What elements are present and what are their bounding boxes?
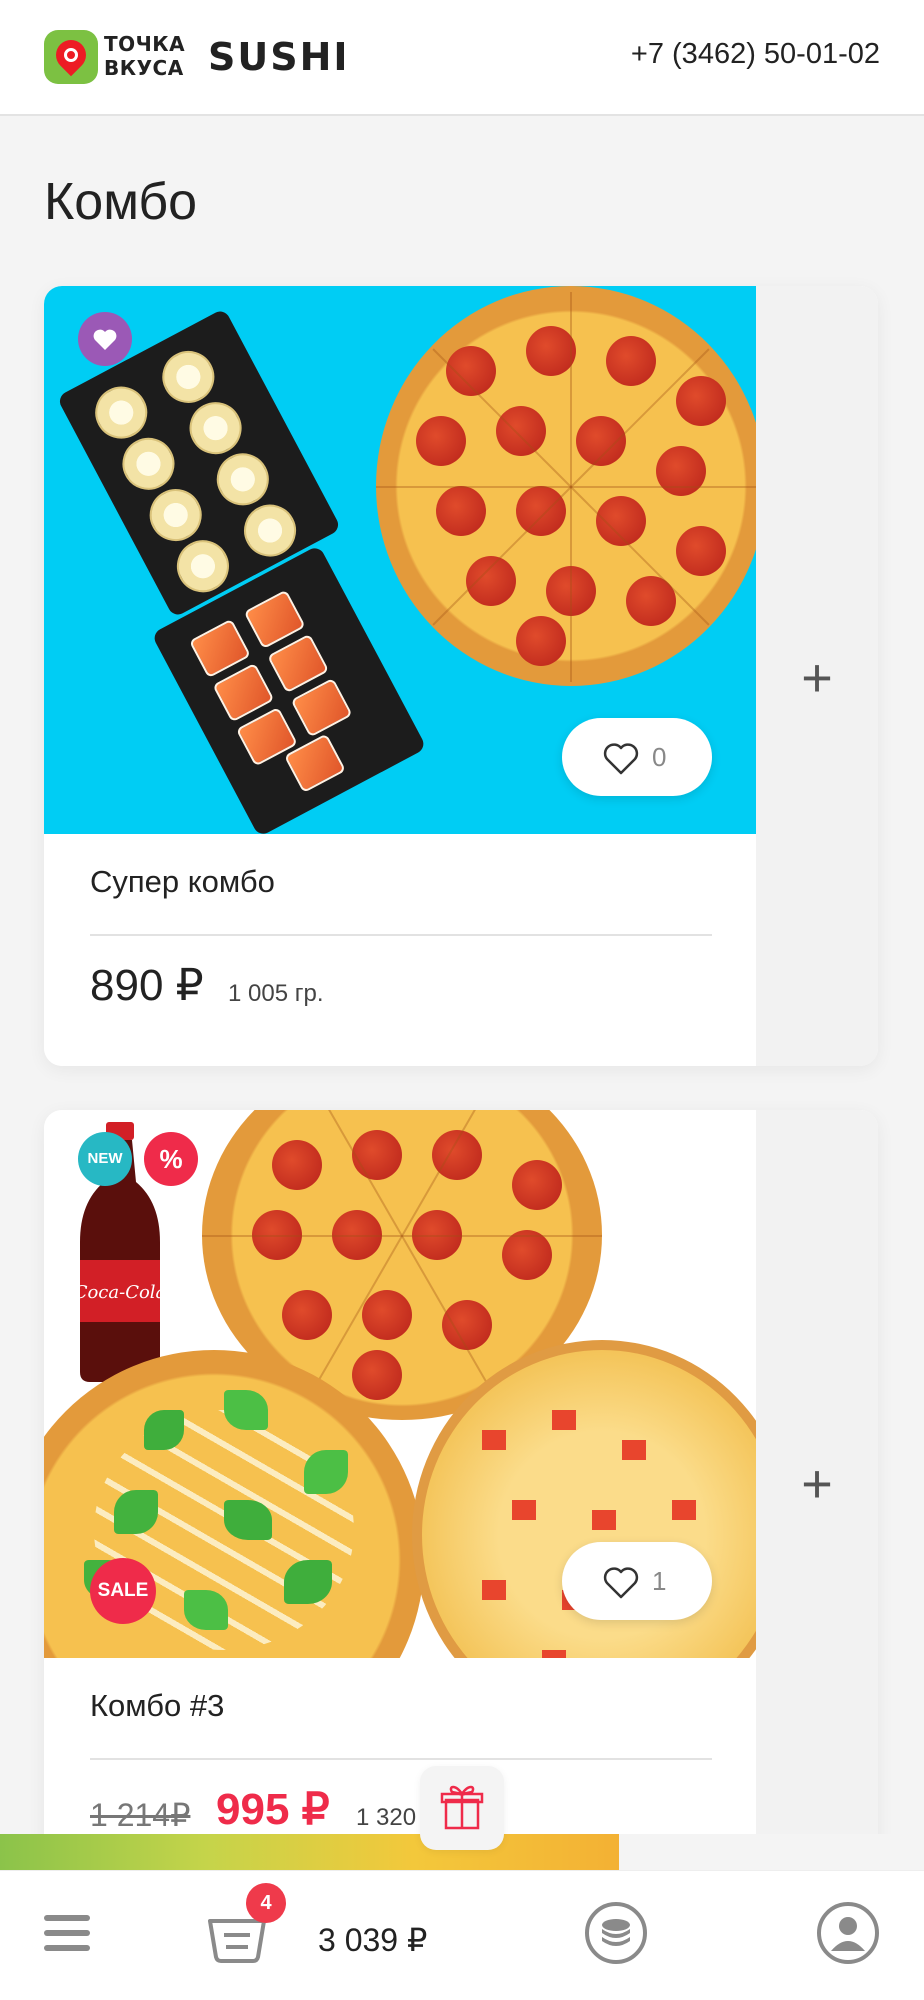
- add-to-cart-plus-icon[interactable]: +: [786, 1454, 848, 1516]
- product-weight: 1 005 гр.: [228, 980, 324, 1007]
- product-weight: 1 320: [356, 1804, 417, 1831]
- logo-sushi-text: SUSHI: [208, 35, 350, 79]
- like-button[interactable]: 0: [562, 718, 712, 796]
- logo-text-line2: ВКУСА: [104, 56, 184, 80]
- product-name[interactable]: Комбо #3: [90, 1688, 224, 1724]
- product-price: 890 ₽: [90, 961, 204, 1010]
- logo-text-line1: ТОЧКА: [104, 32, 186, 56]
- product-name[interactable]: Супер комбо: [90, 864, 275, 900]
- add-panel[interactable]: +: [756, 286, 878, 1066]
- sale-badge: SALE: [90, 1558, 156, 1624]
- product-image[interactable]: Coca-Cola NEW % SALE 1: [44, 1110, 756, 1658]
- brand-logo[interactable]: ТОЧКА ВКУСА SUSHI: [44, 26, 364, 90]
- gift-button[interactable]: [420, 1766, 504, 1850]
- cart-count-badge: 4: [246, 1883, 286, 1923]
- new-badge: NEW: [78, 1132, 132, 1186]
- profile-user-icon[interactable]: [816, 1901, 880, 1965]
- pizza-image: [376, 286, 756, 686]
- heart-outline-icon: [603, 743, 639, 775]
- add-panel[interactable]: +: [756, 1110, 878, 1870]
- like-count: 0: [652, 742, 667, 772]
- product-price: 995 ₽: [216, 1785, 330, 1834]
- page-title: Комбо: [44, 173, 198, 231]
- product-card[interactable]: 0 Супер комбо 890 ₽ 1 005 гр. +: [44, 286, 878, 1066]
- bonus-coins-icon[interactable]: [584, 1901, 648, 1965]
- bottom-navigation: 4 3 039 ₽: [0, 1870, 924, 2000]
- discount-badge: %: [144, 1132, 198, 1186]
- location-pin-icon: [44, 30, 98, 84]
- add-to-cart-plus-icon[interactable]: +: [786, 648, 848, 710]
- menu-hamburger-icon[interactable]: [44, 1911, 90, 1955]
- product-card[interactable]: Coca-Cola NEW % SALE 1 Комбо #3 1 214₽ 9…: [44, 1110, 878, 1870]
- product-info: Супер комбо 890 ₽ 1 005 гр.: [44, 834, 756, 1066]
- heart-icon: [93, 329, 117, 350]
- gift-icon: [440, 1785, 484, 1830]
- old-price: 1 214₽: [90, 1797, 191, 1833]
- app-header: ТОЧКА ВКУСА SUSHI +7 (3462) 50-01-02: [0, 0, 924, 116]
- favorite-badge: [78, 312, 132, 366]
- cart-total[interactable]: 3 039 ₽: [318, 1921, 427, 1959]
- divider: [90, 1758, 712, 1760]
- like-count: 1: [652, 1566, 667, 1596]
- like-button[interactable]: 1: [562, 1542, 712, 1620]
- phone-link[interactable]: +7 (3462) 50-01-02: [631, 38, 880, 71]
- svg-text:Coca-Cola: Coca-Cola: [74, 1282, 167, 1303]
- product-image[interactable]: 0: [44, 286, 756, 834]
- divider: [90, 934, 712, 936]
- heart-outline-icon: [603, 1567, 639, 1599]
- bonus-progress-fill: [0, 1834, 620, 1870]
